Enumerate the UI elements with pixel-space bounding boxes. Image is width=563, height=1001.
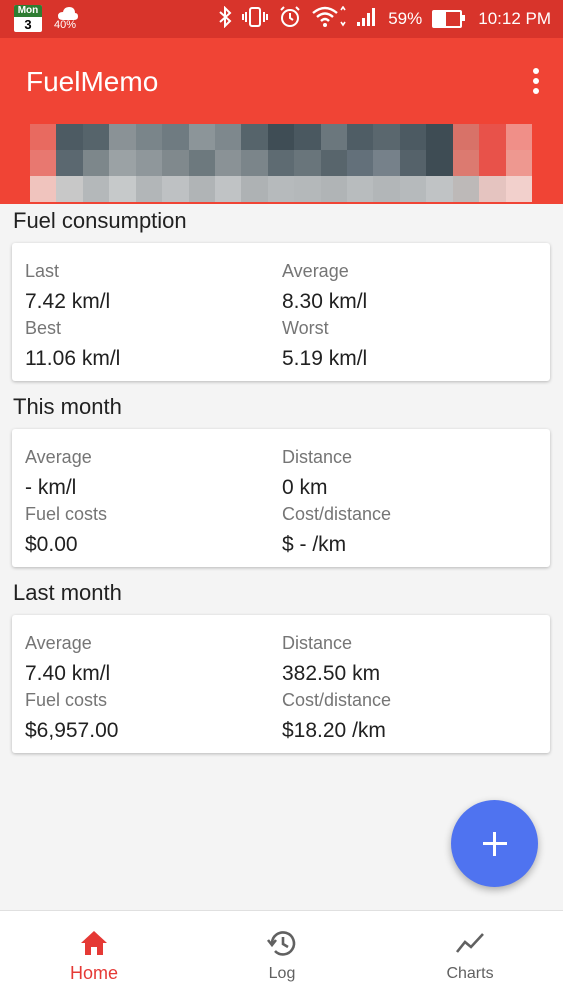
stat-value: $6,957.00 xyxy=(25,719,119,742)
vibrate-icon xyxy=(242,6,269,33)
this-month-card: Average - km/l Distance 0 km Fuel costs … xyxy=(12,429,550,567)
nav-charts[interactable]: Charts xyxy=(376,911,563,1001)
calendar-day-name: Mon xyxy=(14,5,42,17)
weather-temp: 40% xyxy=(54,19,77,31)
stat-value: 8.30 km/l xyxy=(282,290,368,313)
nav-charts-label: Charts xyxy=(446,965,494,982)
status-bar: Mon 3 40% 59% 10:12 PM xyxy=(0,0,563,38)
alarm-icon xyxy=(278,5,302,34)
stat-average: Average 7.40 km/l xyxy=(25,632,110,687)
stat-distance: Distance 0 km xyxy=(282,446,352,501)
stat-value: $0.00 xyxy=(25,533,78,556)
signal-icon xyxy=(356,7,378,32)
section-title-last-month: Last month xyxy=(13,580,122,605)
stat-value: $ - /km xyxy=(282,533,347,556)
stat-label: Distance xyxy=(282,633,353,653)
stat-worst: Worst 5.19 km/l xyxy=(282,317,367,372)
stat-distance: Distance 382.50 km xyxy=(282,632,380,687)
stat-average: Average 8.30 km/l xyxy=(282,260,367,315)
stat-cost-distance: Cost/distance $18.20 /km xyxy=(282,689,391,744)
nav-home[interactable]: Home xyxy=(0,911,188,1001)
nav-home-label: Home xyxy=(69,963,118,983)
pixelated-image xyxy=(30,124,532,202)
last-month-card: Average 7.40 km/l Distance 382.50 km Fue… xyxy=(12,615,550,753)
stat-label: Worst xyxy=(282,318,329,338)
add-entry-button[interactable] xyxy=(451,800,538,887)
nav-log[interactable]: Log xyxy=(188,911,376,1001)
stat-label: Average xyxy=(282,261,349,281)
trending-icon xyxy=(454,927,486,959)
battery-icon xyxy=(432,10,466,28)
bottom-navigation: Home Log Charts xyxy=(0,910,563,1001)
stat-cost-distance: Cost/distance $ - /km xyxy=(282,503,391,558)
nav-log-label: Log xyxy=(268,965,296,982)
home-icon xyxy=(78,927,110,959)
history-icon xyxy=(266,927,298,959)
stat-label: Distance xyxy=(282,447,353,467)
clock-time: 10:12 PM xyxy=(478,9,551,28)
calendar-day-number: 3 xyxy=(24,17,32,32)
stat-fuel-costs: Fuel costs $0.00 xyxy=(25,503,107,558)
stat-label: Average xyxy=(25,447,92,467)
stat-value: 11.06 km/l xyxy=(25,347,121,370)
bluetooth-icon xyxy=(218,5,232,33)
wifi-icon xyxy=(312,5,346,33)
stat-value: $18.20 /km xyxy=(282,719,386,742)
stat-value: 0 km xyxy=(282,476,328,499)
stat-label: Best xyxy=(25,318,62,338)
calendar-icon: Mon 3 xyxy=(14,5,42,32)
stat-best: Best 11.06 km/l xyxy=(25,317,120,372)
weather-icon: 40% xyxy=(52,4,84,34)
app-bar: FuelMemo xyxy=(0,38,563,204)
stat-value: 7.42 km/l xyxy=(25,290,111,313)
fuel-consumption-card: Last 7.42 km/l Average 8.30 km/l Best 11… xyxy=(12,243,550,381)
stat-value: 5.19 km/l xyxy=(282,347,368,370)
stat-value: - km/l xyxy=(25,476,77,499)
stat-last: Last 7.42 km/l xyxy=(25,260,110,315)
section-title-this-month: This month xyxy=(13,394,122,419)
battery-percent: 59% xyxy=(388,9,423,28)
stat-fuel-costs: Fuel costs $6,957.00 xyxy=(25,689,118,744)
stat-label: Average xyxy=(25,633,92,653)
stat-value: 382.50 km xyxy=(282,662,381,685)
stat-average: Average - km/l xyxy=(25,446,92,501)
stat-label: Last xyxy=(25,261,60,281)
stat-label: Cost/distance xyxy=(282,690,392,710)
stat-label: Fuel costs xyxy=(25,504,108,524)
app-title: FuelMemo xyxy=(26,66,159,97)
stat-label: Fuel costs xyxy=(25,690,108,710)
plus-icon xyxy=(482,831,507,856)
stat-label: Cost/distance xyxy=(282,504,392,524)
section-title-fuel-consumption: Fuel consumption xyxy=(13,208,187,233)
stat-value: 7.40 km/l xyxy=(25,662,111,685)
more-vert-icon[interactable] xyxy=(531,68,541,96)
